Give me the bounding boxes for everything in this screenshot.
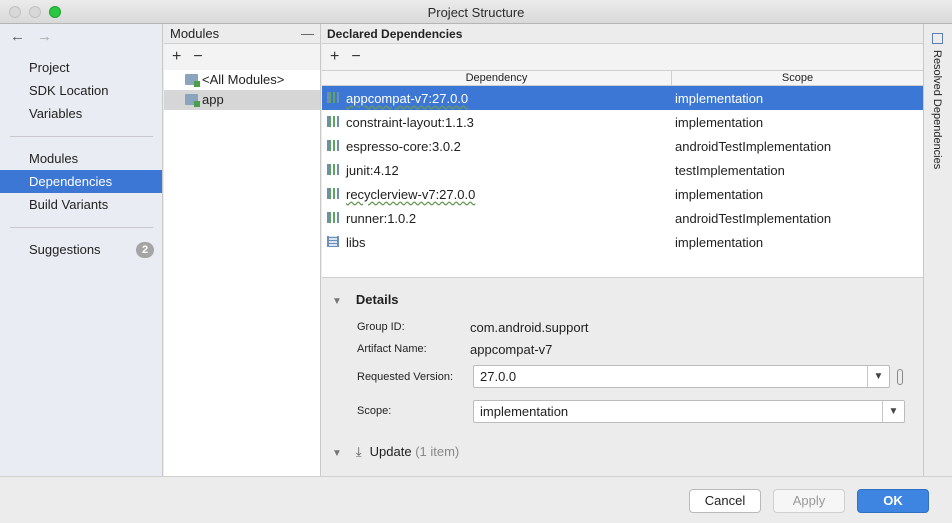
dependency-name: appcompat-v7:27.0.0 [346, 90, 469, 106]
dependency-name: espresso-core:3.0.2 [346, 138, 461, 154]
collapse-triangle-icon: ▼ [332, 296, 342, 307]
collapse-panel-button[interactable]: — [301, 24, 314, 44]
artifact-name-value: appcompat-v7 [470, 342, 553, 357]
scope-label: Scope: [357, 405, 392, 417]
right-tool-strip: Resolved Dependencies [923, 24, 952, 476]
dependency-scope: implementation [675, 114, 764, 130]
sidebar: ← → Project SDK Location Variables Module… [0, 24, 163, 476]
dependency-scope: androidTestImplementation [675, 210, 832, 226]
window-title: Project Structure [427, 5, 525, 20]
history-nav: ← → [10, 28, 64, 45]
update-count: (1 item) [415, 444, 460, 459]
group-id-label: Group ID: [357, 321, 405, 333]
group-id-value: com.android.support [470, 320, 589, 335]
module-label: <All Modules> [202, 72, 285, 87]
dependency-name: junit:4.12 [346, 162, 399, 178]
library-icon [327, 212, 339, 223]
update-title: Update [369, 444, 412, 459]
dependency-name: libs [346, 234, 366, 250]
scope-value: implementation [480, 404, 569, 419]
update-section-toggle[interactable]: ▼ ⤓ Update (1 item) [332, 444, 459, 460]
dependency-scope: testImplementation [675, 162, 785, 178]
column-header-scope[interactable]: Scope [672, 71, 923, 85]
module-folder-icon [185, 94, 200, 107]
cancel-button[interactable]: Cancel [689, 489, 761, 513]
dependency-name: runner:1.0.2 [346, 210, 417, 226]
dependencies-table: Dependency Scope appcompat-v7:27.0.0 imp… [322, 70, 923, 278]
table-row[interactable]: espresso-core:3.0.2 androidTestImplement… [322, 134, 923, 158]
artifact-name-label: Artifact Name: [357, 343, 427, 355]
column-header-dependency[interactable]: Dependency [322, 71, 672, 85]
add-dependency-button[interactable]: + [330, 48, 339, 65]
module-item-all[interactable]: <All Modules> [164, 70, 320, 90]
sidebar-item-variables[interactable]: Variables [0, 102, 162, 125]
library-icon [327, 188, 339, 199]
library-icon [327, 92, 339, 103]
library-icon [327, 140, 339, 151]
suggestions-count-badge: 2 [136, 242, 154, 258]
dialog-footer: Cancel Apply OK [0, 476, 952, 523]
sidebar-item-build-variants[interactable]: Build Variants [0, 193, 162, 216]
resolved-dependencies-icon [932, 33, 943, 44]
dependency-scope: implementation [675, 186, 764, 202]
title-bar: Project Structure [0, 0, 952, 24]
table-row[interactable]: junit:4.12 testImplementation [322, 158, 923, 182]
remove-dependency-button[interactable]: − [351, 48, 360, 65]
requested-version-label: Requested Version: [357, 371, 454, 383]
table-row[interactable]: constraint-layout:1.1.3 implementation [322, 110, 923, 134]
modules-panel: Modules — + − <All Modules> app [164, 24, 321, 476]
table-header: Dependency Scope [322, 71, 923, 86]
apply-button[interactable]: Apply [773, 489, 845, 513]
table-row[interactable]: recyclerview-v7:27.0.0 implementation [322, 182, 923, 206]
back-arrow-icon[interactable]: ← [10, 28, 25, 45]
dependencies-toolbar: + − [322, 44, 923, 70]
details-title: Details [355, 292, 399, 307]
sidebar-item-modules[interactable]: Modules [0, 147, 162, 170]
jar-library-icon [327, 236, 339, 247]
module-label: app [202, 92, 224, 107]
declared-dependencies-panel: Declared Dependencies + − Dependency Scop… [322, 24, 923, 476]
download-icon: ⤓ [355, 444, 362, 459]
details-section-toggle[interactable]: ▼ Details [332, 292, 399, 307]
dependency-scope: implementation [675, 234, 764, 250]
library-icon [327, 164, 339, 175]
dependency-name: constraint-layout:1.1.3 [346, 114, 474, 130]
resolved-dependencies-tab[interactable]: Resolved Dependencies [931, 50, 943, 169]
sidebar-divider [10, 227, 153, 228]
requested-version-combobox[interactable]: 27.0.0 ▼ [473, 365, 890, 388]
collapse-triangle-icon: ▼ [332, 448, 342, 459]
dependency-scope: androidTestImplementation [675, 138, 832, 154]
forward-arrow-icon[interactable]: → [37, 28, 52, 45]
library-icon [327, 116, 339, 127]
sidebar-item-sdk-location[interactable]: SDK Location [0, 79, 162, 102]
sidebar-item-dependencies[interactable]: Dependencies [0, 170, 162, 193]
module-item-app[interactable]: app [164, 90, 320, 110]
dependency-scope: implementation [675, 90, 764, 106]
remove-module-button[interactable]: − [193, 48, 202, 65]
modules-title: Modules [170, 26, 220, 41]
modules-header: Modules — [164, 24, 320, 44]
modules-toolbar: + − [164, 44, 320, 70]
table-row[interactable]: libs implementation [322, 230, 923, 254]
dependencies-header: Declared Dependencies [322, 24, 923, 44]
chevron-down-icon[interactable]: ▼ [882, 401, 904, 422]
table-row[interactable]: runner:1.0.2 androidTestImplementation [322, 206, 923, 230]
add-module-button[interactable]: + [172, 48, 181, 65]
sidebar-item-label: Suggestions [29, 242, 101, 257]
sidebar-item-suggestions[interactable]: Suggestions 2 [0, 238, 162, 261]
scope-combobox[interactable]: implementation ▼ [473, 400, 905, 423]
version-lock-handle[interactable] [897, 369, 903, 385]
requested-version-value: 27.0.0 [480, 369, 517, 384]
table-row[interactable]: appcompat-v7:27.0.0 implementation [322, 86, 923, 110]
sidebar-divider [10, 136, 153, 137]
ok-button[interactable]: OK [857, 489, 929, 513]
dependency-name: recyclerview-v7:27.0.0 [346, 186, 476, 202]
module-folder-icon [185, 74, 200, 87]
chevron-down-icon[interactable]: ▼ [867, 366, 889, 387]
sidebar-item-project[interactable]: Project [0, 56, 162, 79]
